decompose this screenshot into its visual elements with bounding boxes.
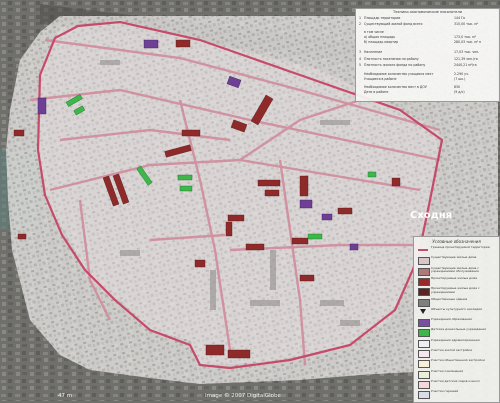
legend-item: Общественные здания [418, 298, 496, 307]
legend-swatch [418, 319, 430, 328]
legend-item-label: Существующие жилые дома [431, 256, 477, 260]
legend-swatch [418, 298, 430, 307]
econ-row: 5 Плотность жилого фонда по району 2440,21… [359, 63, 477, 67]
legend-swatch [418, 288, 430, 297]
legend-title: Условные обозначения [432, 239, 481, 244]
legend-swatch [418, 350, 430, 358]
legend-item-label: Проектируемые жилые дома [431, 276, 478, 280]
legend-item-label: Учреждения здравоохранения [431, 338, 480, 342]
legend-item: Существующие жилые дома с учреждениями о… [418, 267, 496, 276]
legend-item-label: Участки жилой застройки [431, 349, 473, 352]
legend-triangle-icon [420, 308, 426, 314]
scale-label: 47 m [58, 393, 73, 399]
econ-row: 3 Население 17,03 тыс. чел. [359, 50, 480, 54]
legend-swatch [418, 360, 430, 369]
legend-line-swatch [418, 249, 428, 251]
legend-item: Граница проектируемой территории [418, 246, 496, 255]
legend-swatch [418, 329, 430, 338]
legend-item: Участки жилой застройки [418, 349, 496, 358]
copyright-text: Image © 2007 DigitalGlobe [205, 393, 281, 399]
econ-row: 2 Существующий жилой фонд всего 315,00 тыс… [359, 22, 479, 26]
area-label: Сходня [410, 210, 452, 221]
legend-item-label: Учреждения образования [431, 318, 472, 322]
legend-item: Существующие жилые дома [418, 256, 496, 266]
legend-swatch [418, 257, 430, 266]
map-legend: Условные обозначения Граница проектируем… [413, 236, 500, 403]
legend-item-label: Детские дошкольные учреждения [431, 328, 486, 332]
legend-swatch [418, 339, 430, 348]
legend-swatch [418, 370, 430, 379]
legend-item: Учреждения образования [418, 318, 496, 328]
econ-row: 4 Плотность населения по району 121,39 чел… [359, 57, 478, 61]
econ-row: Учащиеся в районе (7 шк.) [364, 77, 466, 81]
imagery-footer: 47 m Image © 2007 DigitalGlobe [0, 393, 500, 401]
legend-swatch [418, 380, 430, 389]
legend-item-label: Объекты культурного наследия [431, 307, 482, 311]
legend-item-label: Существующие жилые дома с учреждениями о… [431, 266, 479, 273]
legend-swatch [418, 267, 430, 276]
legend-item-label: Участки озеленения [431, 369, 464, 373]
legend-swatch [418, 277, 430, 286]
legend-item-label: Участки детских садов и школ [431, 379, 480, 383]
legend-item: Участки общественной застройки [418, 359, 496, 369]
economic-indicators-panel: Технико-экономические показатели 1 Площад… [355, 8, 500, 102]
legend-item: Участки озеленения [418, 370, 496, 379]
legend-item: Учреждения здравоохранения [418, 339, 496, 348]
legend-item: Проектируемые жилые дома с учреждениями [418, 287, 496, 297]
legend-item-label: Общественные здания [431, 297, 468, 301]
legend-item-label: Граница проектируемой территории [431, 246, 490, 249]
legend-item: Проектируемые жилые дома [418, 277, 496, 286]
econ-row: Дети в районе (9 д/с) [364, 90, 465, 94]
econ-row: 1 Площадь территории 144 Га [359, 16, 465, 20]
legend-item-label: Участки общественной застройки [431, 359, 485, 363]
economic-panel-title: Технико-экономические показатели [393, 10, 462, 14]
legend-item-label: Проектируемые жилые дома с учреждениями [431, 287, 480, 294]
econ-row: б) площадь квартир 280,03 тыс. м² п [364, 40, 482, 44]
legend-item: Участки детских садов и школ [418, 380, 496, 389]
legend-item: Объекты культурного наследия [418, 308, 496, 317]
legend-item: Детские дошкольные учреждения [418, 328, 496, 338]
